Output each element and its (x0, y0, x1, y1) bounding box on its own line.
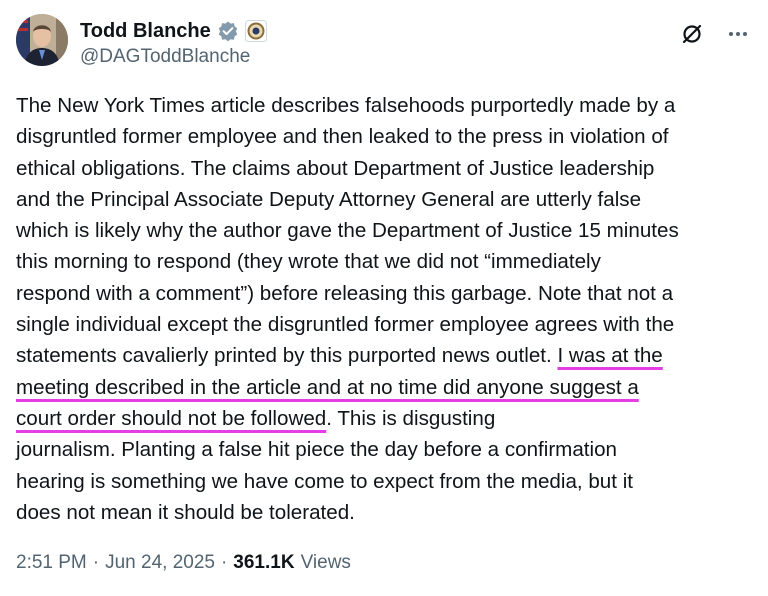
tweet-meta: 2:51 PM · Jun 24, 2025 · 361.1K Views (16, 552, 351, 574)
verified-badge-icon[interactable] (217, 20, 239, 42)
tweet-time[interactable]: 2:51 PM (16, 552, 87, 574)
more-dots-icon[interactable] (724, 20, 752, 48)
meta-separator: · (220, 552, 228, 573)
tweet-date[interactable]: Jun 24, 2025 (105, 552, 215, 574)
author-handle[interactable]: @DAGToddBlanche (80, 46, 267, 68)
views-label: Views (300, 552, 351, 573)
avatar[interactable] (16, 14, 68, 66)
display-name[interactable]: Todd Blanche (80, 20, 211, 43)
meta-separator: · (92, 552, 100, 573)
author-info: Todd Blanche @DAGToddBlanche (80, 18, 267, 68)
doj-seal-icon[interactable] (244, 20, 267, 42)
tweet-actions (678, 20, 752, 48)
tweet-text: The New York Times article describes fal… (16, 90, 756, 528)
tweet-text-part: The New York Times article describes fal… (16, 94, 679, 368)
tweet-header: Todd Blanche @DAGToddBlanche (16, 14, 752, 74)
views-count[interactable]: 361.1K (233, 552, 294, 574)
slash-circle-icon[interactable] (678, 20, 706, 48)
